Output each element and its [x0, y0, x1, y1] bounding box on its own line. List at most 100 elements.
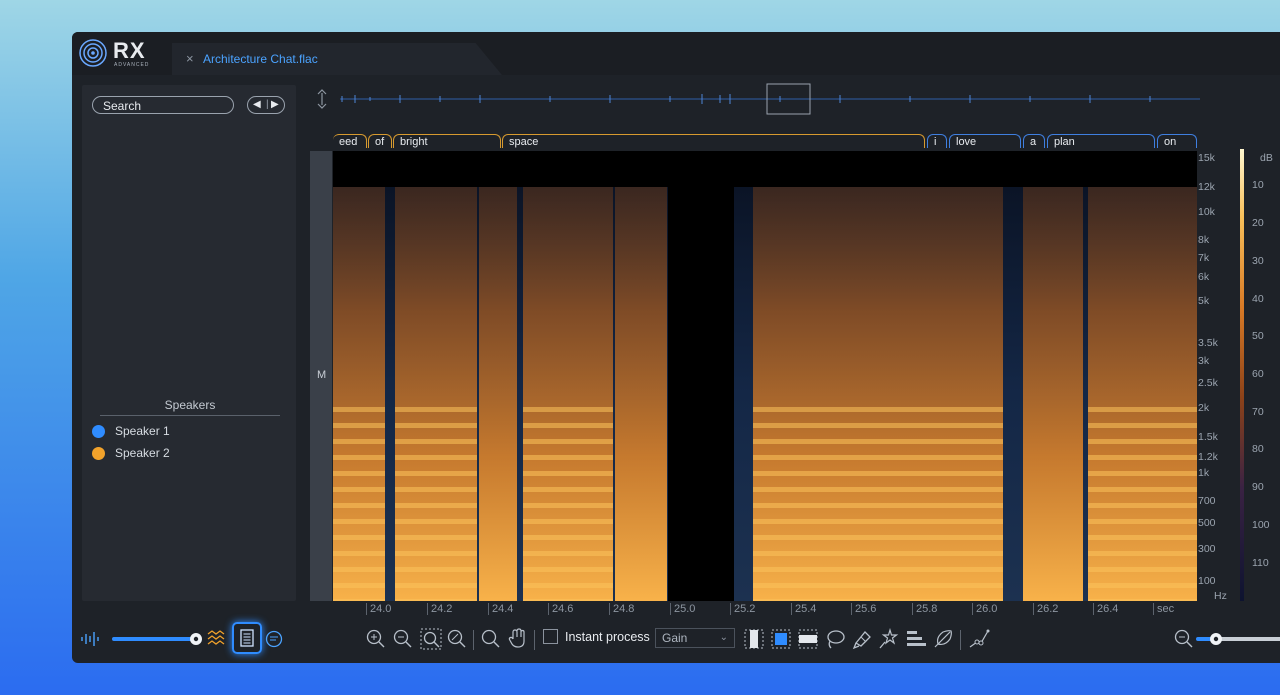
- hand-tool-icon[interactable]: [508, 627, 528, 649]
- freq-tick-label: 500: [1198, 517, 1216, 529]
- db-unit-label: dB: [1260, 152, 1273, 164]
- spectrogram-view[interactable]: [333, 151, 1197, 601]
- freq-tick-label: 300: [1198, 543, 1216, 555]
- freq-tick-label: 1k: [1198, 467, 1210, 479]
- transcript-word[interactable]: space: [502, 134, 925, 148]
- app-logo-subtitle: ADVANCED: [114, 62, 150, 68]
- transcript-word[interactable]: of: [368, 134, 392, 148]
- freq-tick-label: 12k: [1198, 181, 1215, 193]
- waveform-spectrogram-blend-slider[interactable]: [112, 631, 206, 647]
- search-button[interactable]: Search: [92, 96, 234, 114]
- time-axis: 24.0 24.2 24.4 24.6 24.8 25.0 25.2 25.4 …: [333, 601, 1233, 617]
- time-tick-label: 24.8: [609, 603, 634, 615]
- transcript-word[interactable]: eed: [333, 134, 367, 148]
- transcript-panel: Search ◀ | ▶ Speakers Speaker 1 Speaker …: [82, 85, 296, 601]
- transcript-word[interactable]: i: [927, 134, 947, 148]
- time-tick-label: 24.6: [548, 603, 573, 615]
- chevron-down-icon: ⌄: [719, 632, 728, 643]
- db-colorbar[interactable]: dB 10 20 30 40 50 60 70 80 90 100 110: [1238, 149, 1280, 601]
- freq-tick-label: 15k: [1198, 152, 1215, 164]
- instant-process-label: Instant process: [565, 629, 650, 644]
- channel-strip[interactable]: M: [310, 151, 332, 601]
- zoom-to-selection-icon[interactable]: [420, 628, 442, 650]
- zoom-in-icon[interactable]: [366, 629, 386, 649]
- file-tab[interactable]: × Architecture Chat.flac: [172, 43, 502, 75]
- next-result-icon[interactable]: ▶: [271, 99, 279, 110]
- time-selection-icon[interactable]: [744, 629, 764, 649]
- time-tick-label: 26.0: [972, 603, 997, 615]
- frequency-axis: 15k 12k 10k 8k 7k 6k 5k 3.5k 3k 2.5k 2k …: [1198, 151, 1238, 602]
- time-tick-label: 25.8: [912, 603, 937, 615]
- time-tick-label: 24.4: [488, 603, 513, 615]
- freq-tick-label: 1.5k: [1198, 431, 1218, 443]
- zoom-tool-icon[interactable]: [481, 629, 501, 649]
- transcript-word[interactable]: a: [1023, 134, 1045, 148]
- previous-result-icon[interactable]: ◀: [253, 99, 261, 110]
- time-tick-label: 26.4: [1093, 603, 1118, 615]
- gain-option-label: Gain: [662, 631, 688, 645]
- freq-tick-label: 8k: [1198, 234, 1210, 246]
- transcript-view-button[interactable]: [232, 622, 262, 654]
- magic-wand-icon[interactable]: [879, 628, 901, 650]
- lasso-selection-icon[interactable]: [825, 629, 845, 651]
- db-tick-label: 60: [1252, 368, 1264, 380]
- spectrogram-view-icon[interactable]: [207, 630, 227, 648]
- transcript-word[interactable]: bright: [393, 134, 501, 148]
- time-tick-label: 25.4: [791, 603, 816, 615]
- speaker-item[interactable]: Speaker 1: [92, 423, 170, 439]
- zoom-overview-icon[interactable]: [317, 89, 327, 109]
- envelope-curve-icon[interactable]: [968, 628, 990, 650]
- db-tick-label: 20: [1252, 217, 1264, 229]
- app-logo-text: RX: [113, 38, 146, 63]
- close-tab-icon[interactable]: ×: [186, 51, 194, 66]
- frequency-selection-icon[interactable]: [798, 629, 818, 649]
- instant-process-checkbox[interactable]: [543, 629, 558, 644]
- time-tick-label: 25.0: [670, 603, 695, 615]
- freq-tick-label: 100: [1198, 575, 1216, 587]
- search-nav: ◀ | ▶: [247, 96, 285, 114]
- speaker-item[interactable]: Speaker 2: [92, 445, 170, 461]
- instant-process-mode-select[interactable]: Gain ⌄: [655, 628, 735, 648]
- db-tick-label: 50: [1252, 330, 1264, 342]
- db-tick-label: 10: [1252, 179, 1264, 191]
- zoom-fit-icon[interactable]: [447, 629, 467, 649]
- horizontal-zoom-slider[interactable]: [1196, 631, 1280, 647]
- toolbar-divider: [473, 630, 474, 650]
- brush-selection-icon[interactable]: [852, 628, 874, 650]
- zoom-out-icon[interactable]: [1174, 629, 1194, 649]
- feather-edit-icon[interactable]: [932, 628, 954, 650]
- freq-tick-label: 3k: [1198, 355, 1210, 367]
- transcript-word-bar: eed of bright space i love a plan on: [333, 134, 1269, 150]
- time-tick-label: 25.6: [851, 603, 876, 615]
- speaker-name: Speaker 1: [115, 424, 170, 438]
- transcript-word[interactable]: plan: [1047, 134, 1155, 148]
- toolbar-divider: [960, 630, 961, 650]
- freq-tick-label: 700: [1198, 495, 1216, 507]
- speakers-heading: Speakers: [100, 398, 280, 416]
- db-tick-label: 40: [1252, 293, 1264, 305]
- time-unit-label: sec: [1153, 603, 1174, 615]
- waveform-overview[interactable]: [310, 82, 1270, 116]
- speaker-name: Speaker 2: [115, 446, 170, 460]
- instant-process-toggle[interactable]: Instant process: [543, 629, 650, 644]
- speaker-color-dot: [92, 446, 105, 460]
- freq-tick-label: 7k: [1198, 252, 1210, 264]
- toolbar-divider: [534, 630, 535, 650]
- waveform-view-icon[interactable]: [80, 631, 100, 647]
- transcript-word[interactable]: love: [949, 134, 1021, 148]
- harmonic-selection-icon[interactable]: [906, 629, 926, 649]
- freq-tick-label: 1.2k: [1198, 451, 1218, 463]
- freq-tick-label: 5k: [1198, 295, 1210, 307]
- rx-editor-window: RX ADVANCED × Architecture Chat.flac Sea…: [72, 32, 1280, 663]
- bottom-toolbar: Instant process Gain ⌄: [72, 620, 1280, 663]
- freq-tick-label: 10k: [1198, 206, 1215, 218]
- tab-file-name: Architecture Chat.flac: [203, 52, 318, 66]
- freq-tick-label: 3.5k: [1198, 337, 1218, 349]
- rx-logo-icon: [79, 39, 107, 67]
- chat-bubble-icon[interactable]: [264, 630, 284, 650]
- zoom-out-icon[interactable]: [393, 629, 413, 649]
- freq-tick-label: 2k: [1198, 402, 1210, 414]
- db-gradient: [1240, 149, 1244, 601]
- transcript-word[interactable]: on: [1157, 134, 1197, 148]
- time-frequency-selection-icon[interactable]: [771, 629, 791, 649]
